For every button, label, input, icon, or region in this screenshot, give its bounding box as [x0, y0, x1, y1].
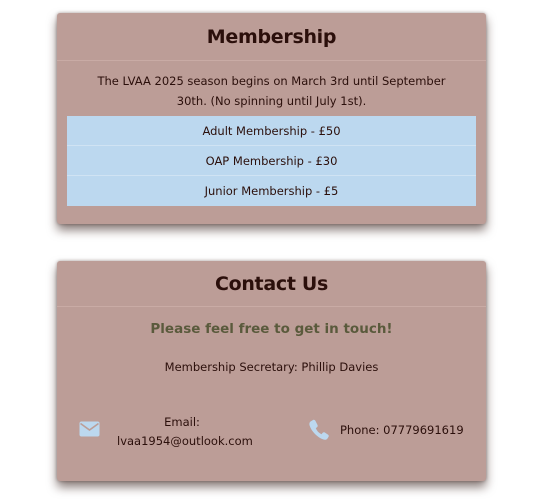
phone-icon — [309, 419, 329, 444]
membership-price-list: Adult Membership - £50 OAP Membership - … — [67, 116, 476, 206]
contact-card: Contact Us Please feel free to get in to… — [57, 261, 486, 481]
envelope-icon — [79, 421, 100, 441]
contact-title: Contact Us — [214, 272, 329, 295]
contact-tagline: Please feel free to get in touch! — [150, 321, 393, 337]
membership-secretary: Membership Secretary: Phillip Davies — [164, 360, 379, 374]
membership-title: Membership — [206, 25, 337, 48]
price-item-oap: OAP Membership - £30 — [67, 146, 476, 176]
membership-card: Membership The LVAA 2025 season begins o… — [57, 13, 486, 224]
contact-details: Email: lvaa1954@outlook.com Phone: 07779… — [57, 411, 486, 455]
email-block: Email: lvaa1954@outlook.com — [117, 413, 253, 451]
price-item-adult: Adult Membership - £50 — [67, 116, 476, 146]
email-link[interactable]: lvaa1954@outlook.com — [117, 432, 253, 451]
phone-number[interactable]: Phone: 07779691619 — [340, 423, 464, 437]
membership-intro: The LVAA 2025 season begins on March 3rd… — [97, 74, 446, 108]
membership-header: Membership — [57, 13, 486, 61]
email-label: Email: — [164, 415, 200, 429]
price-item-junior: Junior Membership - £5 — [204, 184, 339, 198]
contact-header: Contact Us — [57, 261, 486, 307]
